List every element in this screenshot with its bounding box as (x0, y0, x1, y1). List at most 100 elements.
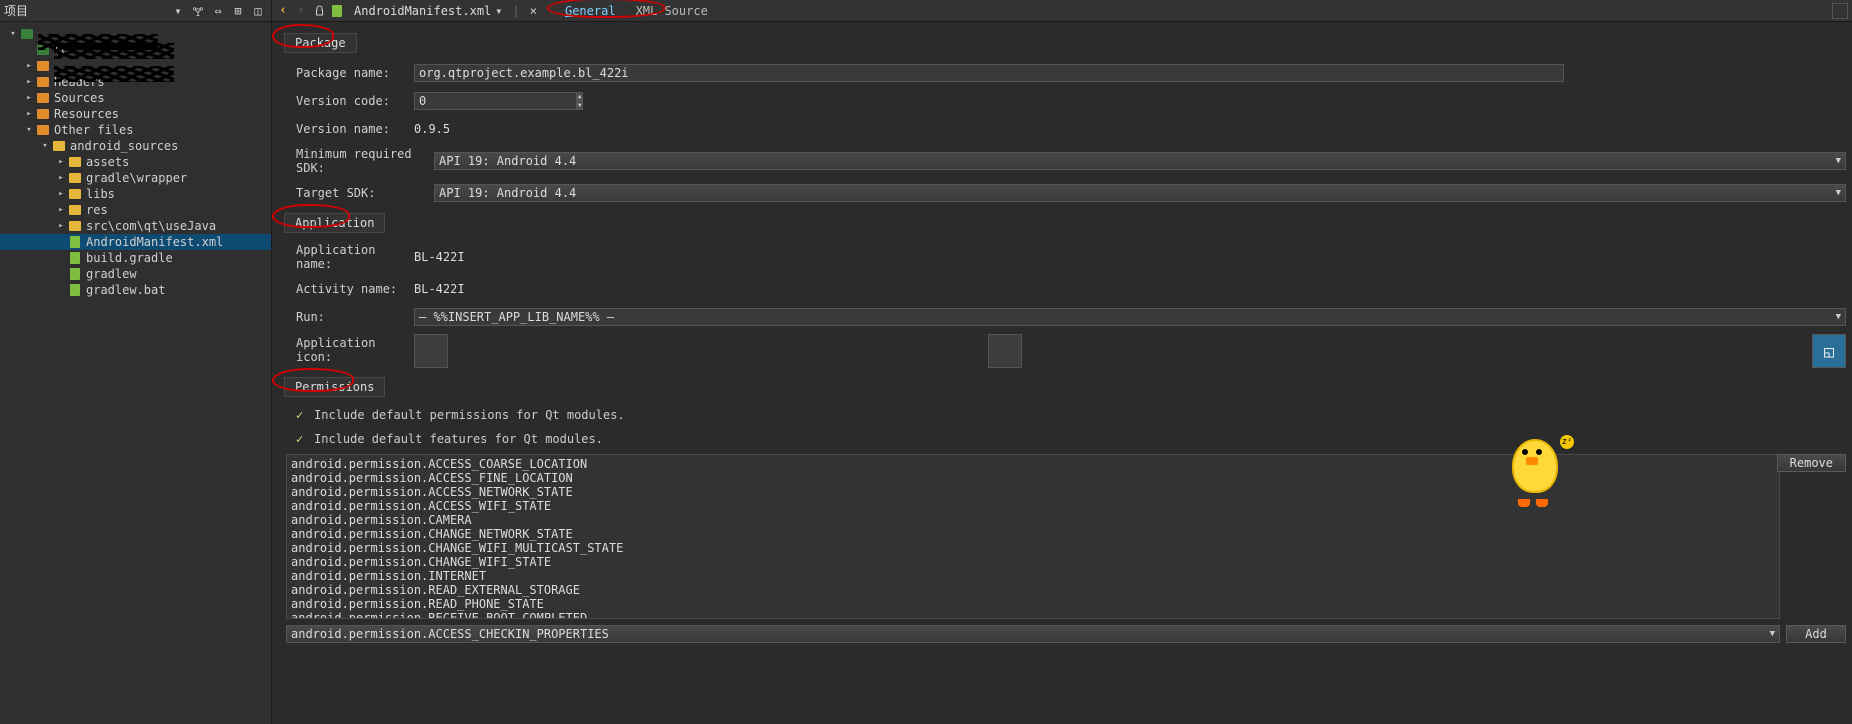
section-package-header: Package (278, 30, 1846, 56)
package-name-input[interactable] (414, 64, 1564, 82)
tree-arrow-icon[interactable]: ▸ (24, 109, 34, 119)
tree-item[interactable]: ▸Sources (0, 90, 271, 106)
close-tab-icon[interactable]: × (524, 4, 543, 18)
permission-item[interactable]: android.permission.CHANGE_WIFI_STATE (291, 555, 1775, 569)
folder-icon (36, 59, 50, 73)
tree-arrow-icon[interactable]: ▸ (24, 93, 34, 103)
section-application-header: Application (278, 210, 1846, 236)
tree-item[interactable]: ▸res (0, 202, 271, 218)
nav-back-icon[interactable]: ‹ (276, 3, 290, 18)
chevron-down-icon: ▼ (1836, 312, 1841, 322)
tree-arrow-icon[interactable]: ▾ (24, 125, 34, 135)
tree-item[interactable]: ▸ src\com\qt\useJava (0, 218, 271, 234)
tree-arrow-icon[interactable]: ▸ (24, 61, 34, 71)
app-icon-label: Application icon: (296, 334, 406, 364)
split-panel-icon[interactable]: ◫ (249, 3, 267, 19)
tree-item-label: ro (54, 43, 68, 57)
include-default-permissions-label: Include default permissions for Qt modul… (314, 408, 625, 422)
target-sdk-value: API 19: Android 4.4 (439, 186, 576, 200)
permission-item[interactable]: android.permission.ACCESS_WIFI_STATE (291, 499, 1775, 513)
permission-item[interactable]: android.permission.CHANGE_WIFI_MULTICAST… (291, 541, 1775, 555)
manifest-form: Package Package name: Version code: ▲ ▼ … (272, 22, 1852, 724)
tree-arrow-icon[interactable]: ▸ (56, 173, 66, 183)
tree-item-label: Resources (54, 107, 119, 121)
folder-icon (68, 219, 82, 233)
tree-item[interactable]: ▾ Other files (0, 122, 271, 138)
file-dropdown-icon[interactable]: ▾ (495, 4, 502, 18)
tree-arrow-icon[interactable]: ▸ (56, 189, 66, 199)
lock-icon[interactable] (312, 4, 326, 18)
tree-item[interactable]: build.gradle (0, 250, 271, 266)
permissions-list[interactable]: android.permission.ACCESS_COARSE_LOCATIO… (286, 454, 1780, 619)
version-code-spinbox[interactable]: ▲ ▼ (414, 92, 494, 110)
tab-xml-source[interactable]: XML Source (626, 2, 718, 20)
permission-item[interactable]: android.permission.READ_EXTERNAL_STORAGE (291, 583, 1775, 597)
tree-arrow-icon[interactable]: ▸ (56, 221, 66, 231)
open-file-tab[interactable]: AndroidManifest.xml ▾ (348, 4, 509, 18)
version-code-input[interactable] (414, 92, 577, 110)
chevron-down-icon: ▼ (1836, 156, 1841, 166)
sidebar-dropdown-icon[interactable]: ▾ (169, 3, 187, 19)
version-code-up-icon[interactable]: ▲ (577, 92, 583, 101)
tree-item[interactable]: gradlew.bat (0, 282, 271, 298)
permission-item[interactable]: android.permission.CAMERA (291, 513, 1775, 527)
folder-icon (52, 139, 66, 153)
project-tree[interactable]: ▾ro▸▸Headers▸Sources▸Resources▾Other fil… (0, 22, 271, 724)
open-file-name: AndroidManifest.xml (354, 4, 491, 18)
tab-general[interactable]: General (555, 2, 626, 20)
manifest-subtabs: General XML Source (555, 2, 718, 20)
permission-item[interactable]: android.permission.ACCESS_NETWORK_STATE (291, 485, 1775, 499)
include-default-permissions-check[interactable]: ✓ Include default permissions for Qt mod… (278, 406, 1846, 424)
tree-arrow-icon[interactable]: ▸ (24, 77, 34, 87)
min-sdk-select[interactable]: API 19: Android 4.4 ▼ (434, 152, 1846, 170)
min-sdk-label: Minimum required SDK: (296, 147, 426, 175)
tree-arrow-icon[interactable]: ▸ (56, 157, 66, 167)
tree-item-label: Other files (54, 123, 133, 137)
tree-item[interactable]: ▸libs (0, 186, 271, 202)
tree-arrow-icon[interactable]: ▾ (40, 141, 50, 151)
tree-item[interactable]: ▸ gradle\wrapper (0, 170, 271, 186)
tree-item-label: gradle\wrapper (86, 171, 187, 185)
add-permission-button[interactable]: Add (1786, 625, 1846, 643)
section-permissions-title: Permissions (284, 377, 385, 397)
permission-item[interactable]: android.permission.READ_PHONE_STATE (291, 597, 1775, 611)
run-select[interactable]: — %%INSERT_APP_LIB_NAME%% — ▼ (414, 308, 1846, 326)
tree-item[interactable]: AndroidManifest.xml (0, 234, 271, 250)
editor-top-bar: ‹ › AndroidManifest.xml ▾ | × General XM… (272, 0, 1852, 22)
file-icon (68, 235, 82, 249)
editor-split-icon[interactable] (1832, 3, 1848, 19)
tree-item[interactable]: gradlew (0, 266, 271, 282)
tree-item-label: AndroidManifest.xml (86, 235, 223, 249)
add-panel-icon[interactable]: ⊞ (229, 3, 247, 19)
tree-arrow-icon[interactable]: ▾ (8, 29, 18, 39)
folder-icon (68, 155, 82, 169)
app-icon-well-large[interactable]: ◱ (1812, 334, 1846, 368)
tree-item[interactable]: ▸ Resources (0, 106, 271, 122)
folder-icon (68, 171, 82, 185)
filter-icon[interactable]: 🝖 (189, 3, 207, 19)
tree-item[interactable]: ▾android_sources (0, 138, 271, 154)
version-code-down-icon[interactable]: ▼ (577, 101, 583, 110)
link-icon[interactable]: ⇔ (209, 3, 227, 19)
folder-icon (68, 203, 82, 217)
permission-item[interactable]: android.permission.RECEIVE_BOOT_COMPLETE… (291, 611, 1775, 619)
remove-permission-button[interactable]: Remove (1777, 454, 1846, 472)
folder-icon (68, 187, 82, 201)
project-icon (20, 27, 34, 41)
package-name-label: Package name: (296, 66, 406, 80)
tree-item[interactable]: ▸assets (0, 154, 271, 170)
tree-item[interactable]: ▾ (0, 26, 271, 42)
app-icon-well-small[interactable] (414, 334, 448, 368)
permission-item[interactable]: android.permission.INTERNET (291, 569, 1775, 583)
include-default-features-check[interactable]: ✓ Include default features for Qt module… (278, 430, 1846, 448)
tree-item-label: src\com\qt\useJava (86, 219, 216, 233)
target-sdk-select[interactable]: API 19: Android 4.4 ▼ (434, 184, 1846, 202)
permission-item[interactable]: android.permission.ACCESS_FINE_LOCATION (291, 471, 1775, 485)
file-icon (68, 251, 82, 265)
app-icon-well-medium[interactable] (988, 334, 1022, 368)
tree-arrow-icon[interactable]: ▸ (56, 205, 66, 215)
tree-item[interactable]: ▸ (0, 58, 271, 74)
add-permission-select[interactable]: android.permission.ACCESS_CHECKIN_PROPER… (286, 625, 1780, 643)
permission-item[interactable]: android.permission.ACCESS_COARSE_LOCATIO… (291, 457, 1775, 471)
permission-item[interactable]: android.permission.CHANGE_NETWORK_STATE (291, 527, 1775, 541)
